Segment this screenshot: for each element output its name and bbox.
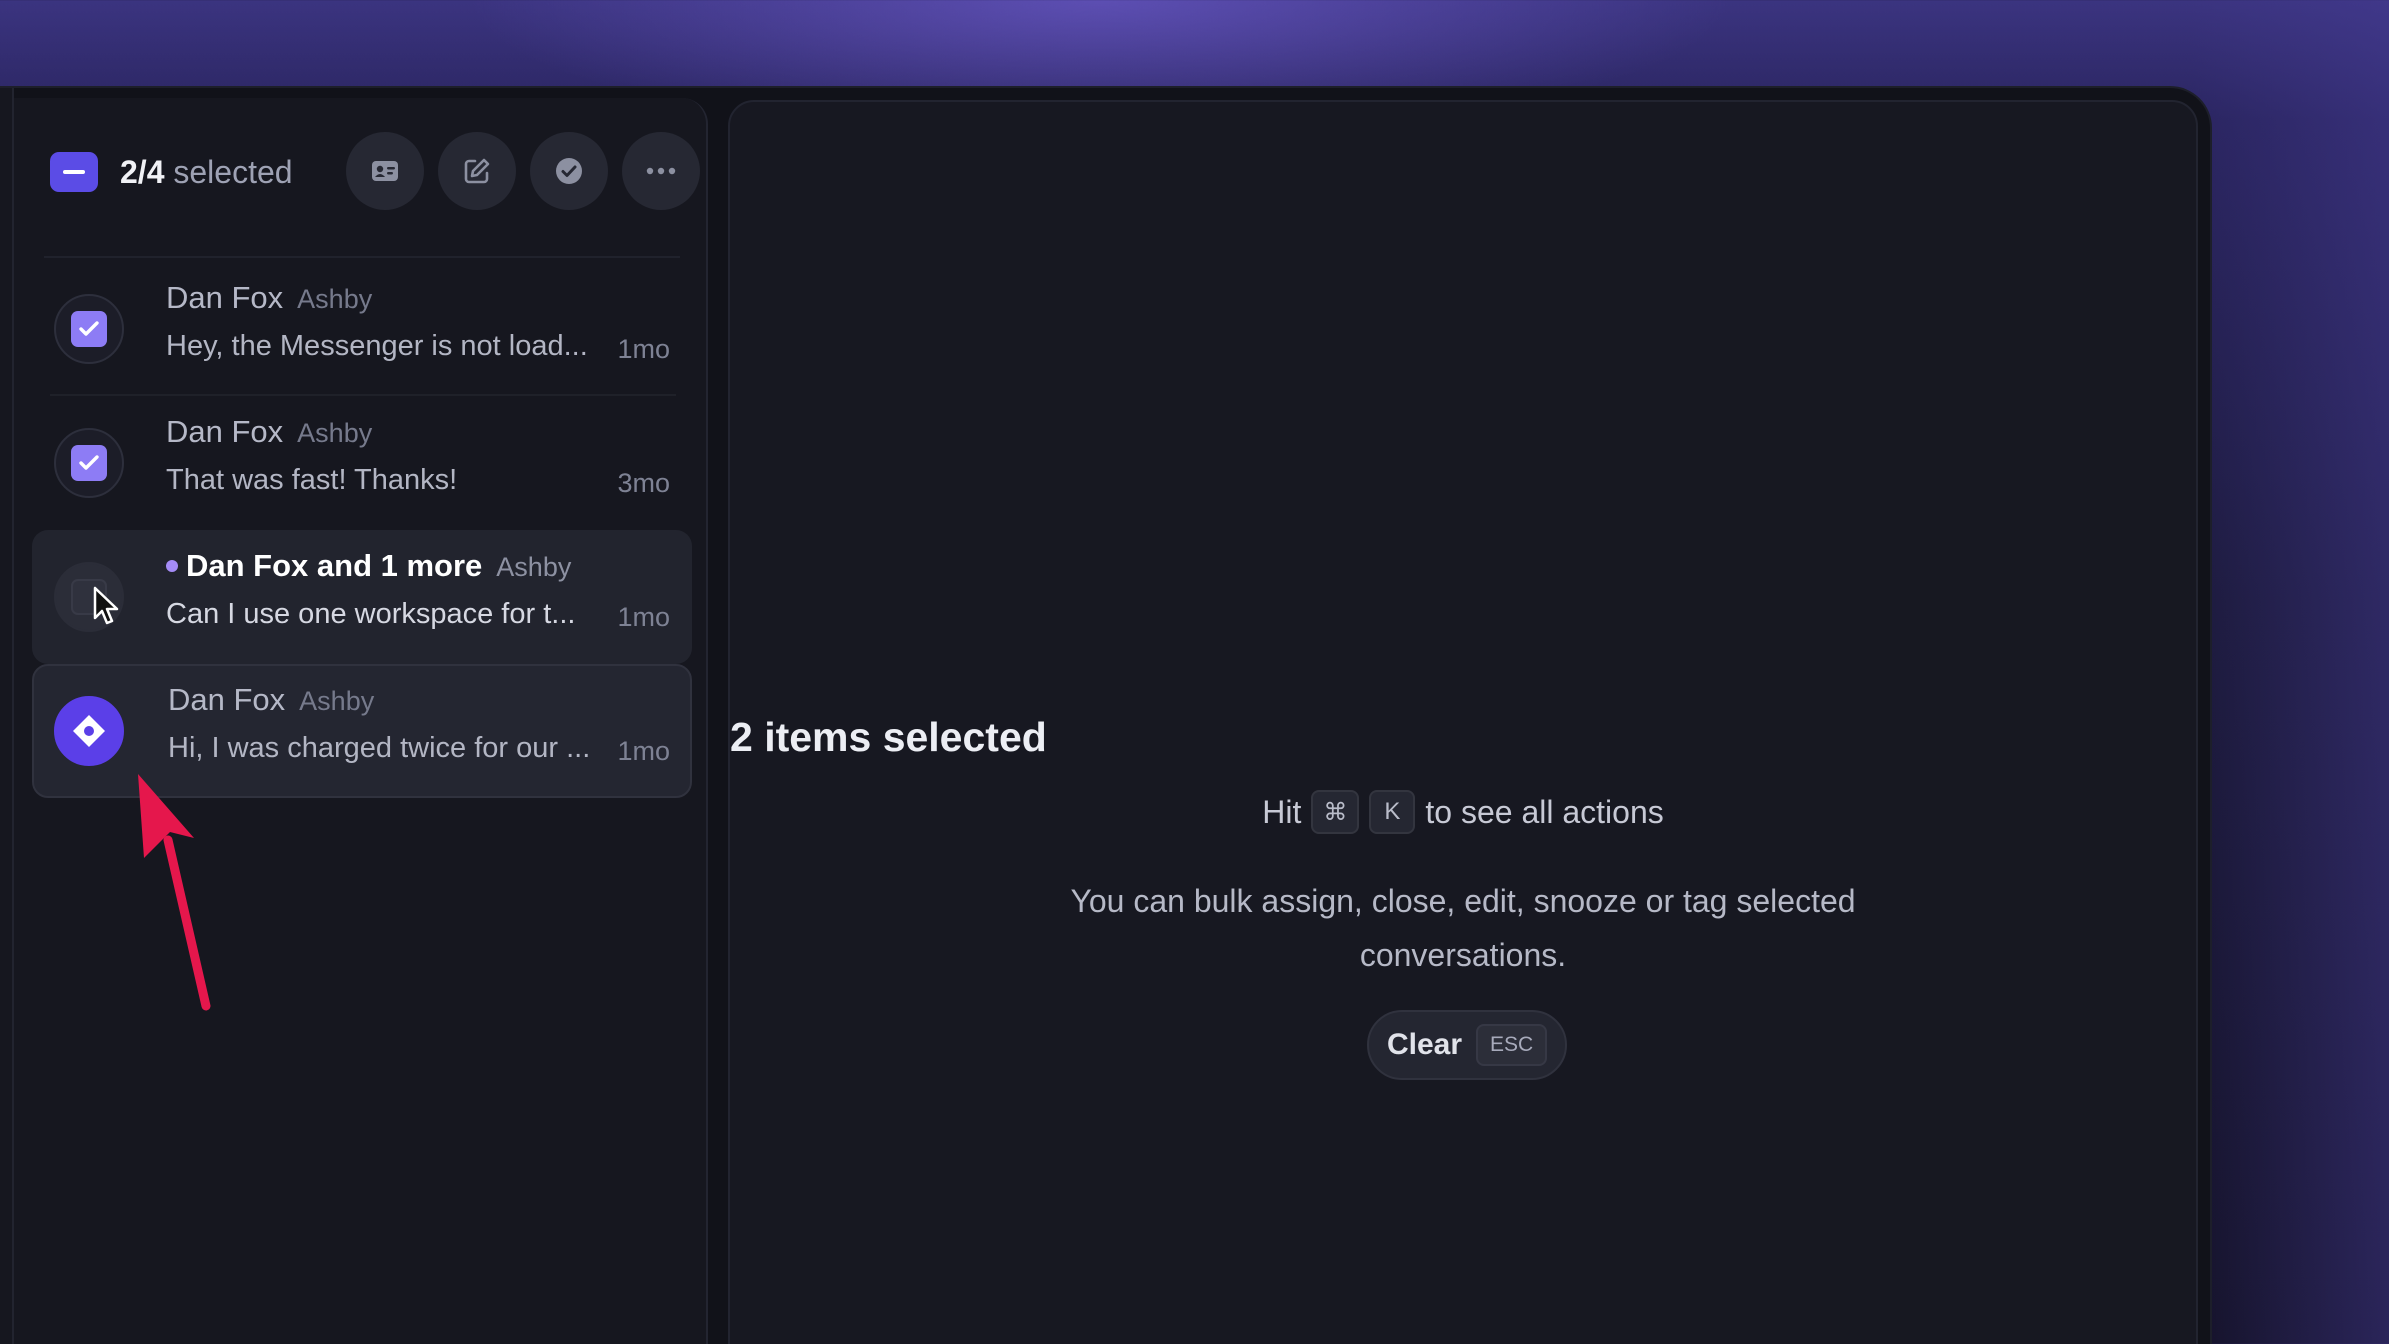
row-title: Dan Fox Ashby	[166, 280, 372, 316]
row-checkbox[interactable]	[54, 294, 124, 364]
clear-selection-button[interactable]: Clear ESC	[1367, 1010, 1568, 1080]
select-all-checkbox[interactable]	[50, 152, 98, 192]
messenger-logo-icon	[73, 715, 105, 747]
timestamp: 3mo	[617, 468, 670, 498]
message-preview: That was fast! Thanks!	[166, 464, 458, 496]
checkbox-checked-icon	[71, 445, 107, 481]
conversation-list-panel: 2/4 selected Dan Fox Ashby Hey, the Mess…	[14, 98, 708, 1344]
timestamp: 1mo	[617, 334, 670, 364]
clear-label: Clear	[1387, 1028, 1463, 1061]
timestamp: 1mo	[617, 736, 670, 766]
k-key: K	[1369, 790, 1416, 834]
contact-card-icon	[372, 161, 398, 181]
mouse-cursor-icon	[93, 586, 119, 625]
edit-icon	[464, 158, 490, 184]
app-avatar[interactable]	[54, 696, 124, 766]
close-conversations-button[interactable]	[530, 132, 608, 210]
hint-suffix: to see all actions	[1425, 793, 1664, 830]
message-preview: Hey, the Messenger is not load...	[166, 330, 588, 362]
conversation-row[interactable]: Dan Fox Ashby That was fast! Thanks! 3mo	[32, 396, 692, 530]
checkbox-checked-icon	[71, 311, 107, 347]
selection-count-value: 2/4	[120, 153, 165, 190]
contact-name: Dan Fox and 1 more	[186, 548, 483, 583]
bulk-action-buttons	[346, 132, 700, 210]
assign-contact-button[interactable]	[346, 132, 424, 210]
conversation-row[interactable]: Dan Fox Ashby Hey, the Messenger is not …	[32, 262, 692, 396]
timestamp: 1mo	[617, 602, 670, 632]
edit-button[interactable]	[438, 132, 516, 210]
contact-name: Dan Fox	[166, 280, 284, 315]
app-window: 2/4 selected Dan Fox Ashby Hey, the Mess…	[0, 88, 2210, 1344]
annotation-arrow-icon	[138, 774, 211, 1011]
contact-name: Dan Fox	[168, 682, 286, 717]
bulk-actions-description: You can bulk assign, close, edit, snooze…	[1070, 883, 1856, 973]
message-preview: Can I use one workspace for t...	[166, 598, 576, 630]
row-title: Dan Fox Ashby	[168, 682, 374, 718]
row-checkbox[interactable]	[54, 428, 124, 498]
selection-header: 2/4 selected	[50, 132, 700, 212]
header-divider	[44, 256, 680, 258]
shortcut-hint: Hit ⌘ K to see all actions	[730, 790, 2196, 834]
message-preview: Hi, I was charged twice for our ...	[168, 732, 591, 764]
minus-icon	[63, 170, 85, 174]
unread-dot-icon	[166, 560, 178, 572]
selection-title: 2 items selected	[730, 714, 1047, 760]
selection-count: 2/4 selected	[120, 154, 293, 191]
hint-prefix: Hit	[1262, 793, 1302, 830]
row-title: Dan Fox Ashby	[166, 414, 372, 450]
conversation-row[interactable]: Dan Fox and 1 more Ashby Can I use one w…	[32, 530, 692, 664]
company-name: Ashby	[496, 552, 572, 582]
row-title: Dan Fox and 1 more Ashby	[166, 548, 571, 584]
check-circle-icon	[556, 158, 582, 184]
more-icon	[646, 167, 676, 175]
company-name: Ashby	[299, 686, 375, 716]
more-actions-button[interactable]	[622, 132, 700, 210]
company-name: Ashby	[297, 418, 373, 448]
company-name: Ashby	[297, 284, 373, 314]
selection-count-label: selected	[173, 153, 293, 190]
sidebar-edge	[0, 88, 14, 1344]
selection-detail-panel: 2 items selected Hit ⌘ K to see all acti…	[728, 100, 2198, 1344]
background-glow	[2189, 0, 2389, 1344]
command-key: ⌘	[1311, 790, 1360, 834]
esc-key: ESC	[1476, 1024, 1548, 1066]
contact-name: Dan Fox	[166, 414, 284, 449]
